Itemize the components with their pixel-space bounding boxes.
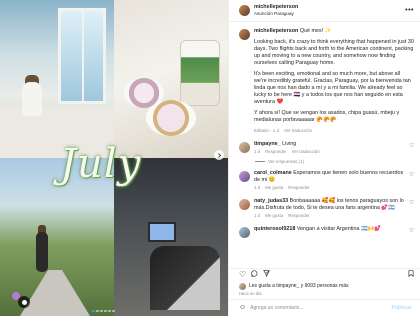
- heart-icon[interactable]: ♡: [409, 143, 414, 155]
- comment-username[interactable]: timpayne_: [254, 141, 281, 147]
- avatar[interactable]: [239, 226, 250, 238]
- avatar[interactable]: [239, 29, 250, 40]
- user-tag-icon[interactable]: [18, 296, 30, 308]
- comments-list[interactable]: michellepeterson Qué mes! ✨ Looking back…: [229, 22, 420, 268]
- heart-icon[interactable]: ♡: [239, 270, 246, 280]
- july-overlay-text: July: [60, 141, 142, 187]
- comment-text: Vengan a visitar Argentina 🇦🇷🙌💕: [296, 225, 382, 232]
- green-drink: [180, 40, 220, 106]
- avatar[interactable]: [239, 171, 250, 183]
- comment: naty_judas33 Bonbaaaaaa 🥰🥰 los tenos par…: [239, 198, 414, 219]
- send-icon[interactable]: [263, 270, 270, 280]
- location[interactable]: Asunción Paraguay: [254, 11, 405, 17]
- comment: carol_colmane Esperamos que tienen solo …: [239, 170, 414, 191]
- emoji-icon[interactable]: ☺: [239, 303, 246, 312]
- post-sidebar: michellepeterson Asunción Paraguay ••• m…: [228, 0, 420, 316]
- view-replies-link[interactable]: Ver respuestas (1): [255, 159, 414, 165]
- comment-username[interactable]: quinterosol9218: [254, 226, 295, 232]
- heart-icon[interactable]: ♡: [409, 172, 414, 191]
- reply-button[interactable]: Responder: [288, 213, 309, 219]
- laptop: [148, 222, 176, 242]
- sprinkle-bowl: [146, 100, 196, 136]
- comment-username[interactable]: carol_colmane: [254, 170, 292, 176]
- avatar[interactable]: [239, 199, 250, 211]
- caption-paragraph: Y ahora sí! Que se vengan los asados, ch…: [254, 110, 400, 124]
- post-media[interactable]: July: [0, 0, 228, 316]
- reply-button[interactable]: Responder: [265, 149, 286, 155]
- post-date: Hace un día: [239, 291, 262, 296]
- username[interactable]: michellepeterson: [254, 4, 405, 11]
- caption: michellepeterson Qué mes! ✨ Looking back…: [239, 28, 414, 134]
- see-translation-link[interactable]: Ver traducción: [284, 128, 312, 134]
- see-translation-link[interactable]: Ver traducción: [292, 149, 320, 155]
- avatar[interactable]: [239, 141, 250, 153]
- caption-username[interactable]: michellepeterson: [254, 28, 298, 34]
- caption-paragraph: Looking back, it's crazy to think everyt…: [254, 39, 414, 67]
- more-horizontal-icon[interactable]: •••: [405, 6, 414, 15]
- chevron-right-icon[interactable]: [214, 150, 224, 160]
- post-modal: July michellepeterson Asunción Paraguay …: [0, 0, 420, 316]
- comment: quinterosol9218 Vengan a visitar Argenti…: [239, 226, 414, 238]
- reply-button[interactable]: Responder: [288, 185, 309, 191]
- caption-meta: Editado · 1 d: [254, 128, 279, 134]
- bookmark-icon[interactable]: [408, 270, 414, 280]
- comment-username[interactable]: naty_judas33: [254, 198, 288, 204]
- post-header: michellepeterson Asunción Paraguay •••: [229, 0, 420, 22]
- action-bar: ♡: [229, 268, 420, 282]
- comment-icon[interactable]: [251, 270, 258, 280]
- heart-icon[interactable]: ♡: [409, 200, 414, 219]
- comment-text: Living: [282, 140, 297, 147]
- runner: [36, 232, 48, 272]
- likes-link[interactable]: Me gusta: [265, 213, 283, 219]
- likes-summary[interactable]: Les gusta a timpayne_ y 9093 personas má…: [229, 282, 420, 291]
- caption-title: Qué mes! ✨: [299, 28, 332, 34]
- caption-paragraph: It's been exciting, emotional and so muc…: [254, 71, 411, 106]
- carousel-dots: [92, 309, 115, 312]
- photo-child-window: [0, 0, 114, 158]
- publish-button[interactable]: Publicar: [392, 305, 412, 312]
- comment: timpayne_ Living 1 d Responder Ver tradu…: [239, 141, 414, 155]
- heart-icon[interactable]: ♡: [409, 228, 414, 238]
- add-comment-bar: ☺ Publicar: [229, 299, 420, 316]
- likes-link[interactable]: Me gusta: [265, 185, 283, 191]
- avatar[interactable]: [239, 5, 250, 16]
- comment-input[interactable]: [250, 305, 388, 311]
- avatar: [239, 283, 246, 290]
